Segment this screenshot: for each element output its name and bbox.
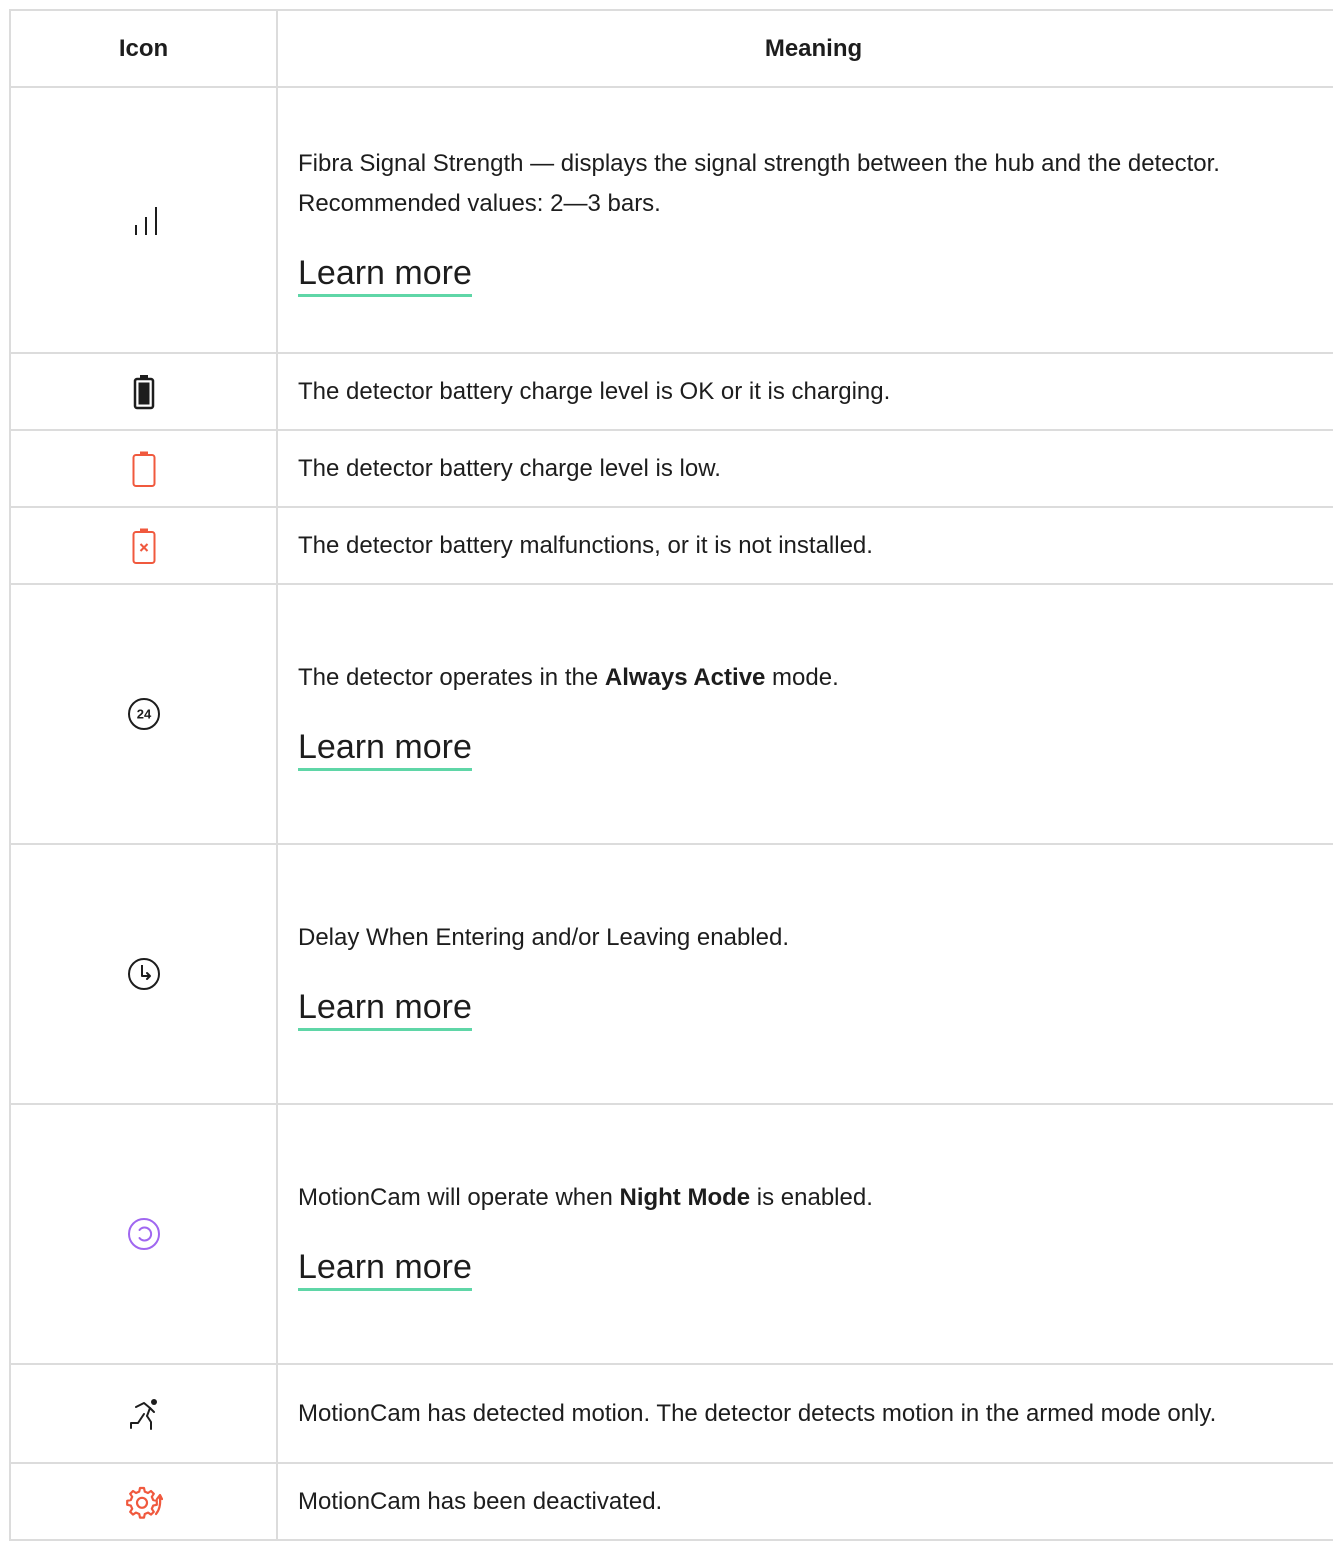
learn-more-link[interactable]: Learn more — [298, 986, 472, 1031]
table-row: MotionCam has been deactivated. — [9, 1462, 1333, 1541]
delay-clock-icon — [127, 958, 160, 990]
table-row: 24 The detector operates in the Always A… — [9, 583, 1333, 845]
icon-meaning-table: Icon Meaning Fibra Signal Strength — dis… — [9, 9, 1333, 1541]
table-row: The detector battery malfunctions, or it… — [9, 506, 1333, 585]
row-description: The detector battery malfunctions, or it… — [298, 531, 873, 559]
row-description: MotionCam will operate when Night Mode i… — [298, 1178, 1329, 1218]
battery-malfunction-icon — [132, 528, 155, 564]
description-text: MotionCam will operate when — [298, 1183, 620, 1211]
row-description: Fibra Signal Strength — displays the sig… — [298, 149, 1220, 217]
table-row: Fibra Signal Strength — displays the sig… — [9, 86, 1333, 354]
learn-more-link[interactable]: Learn more — [298, 252, 472, 297]
description-text: The detector operates in the — [298, 663, 605, 691]
signal-strength-icon — [134, 207, 157, 235]
row-description: The detector operates in the Always Acti… — [298, 658, 1329, 698]
battery-ok-icon — [133, 374, 154, 409]
row-description: The detector battery charge level is OK … — [298, 377, 891, 405]
table-header-row: Icon Meaning — [9, 9, 1333, 88]
row-description: The detector battery charge level is low… — [298, 454, 721, 482]
header-icon: Icon — [9, 9, 278, 88]
deactivated-gear-icon — [125, 1486, 163, 1519]
description-bold: Always Active — [604, 663, 766, 691]
learn-more-link[interactable]: Learn more — [298, 1246, 472, 1291]
always-active-24-label: 24 — [136, 707, 151, 722]
night-mode-icon — [127, 1218, 160, 1250]
description-text: is enabled. — [750, 1183, 873, 1211]
table-row: MotionCam will operate when Night Mode i… — [9, 1103, 1333, 1365]
always-active-24-icon: 24 — [127, 698, 160, 730]
motion-detected-icon — [129, 1398, 157, 1430]
description-bold: Night Mode — [619, 1183, 751, 1211]
table-row: MotionCam has detected motion. The detec… — [9, 1363, 1333, 1464]
table-row: The detector battery charge level is low… — [9, 429, 1333, 508]
row-description: MotionCam has detected motion. The detec… — [298, 1399, 1217, 1427]
table-row: Delay When Entering and/or Leaving enabl… — [9, 843, 1333, 1105]
description-text: mode. — [765, 663, 839, 691]
battery-low-icon — [132, 451, 155, 487]
row-description: MotionCam has been deactivated. — [298, 1487, 663, 1515]
row-description: Delay When Entering and/or Leaving enabl… — [298, 923, 789, 951]
header-meaning: Meaning — [276, 9, 1333, 88]
learn-more-link[interactable]: Learn more — [298, 726, 472, 771]
table-row: The detector battery charge level is OK … — [9, 352, 1333, 431]
